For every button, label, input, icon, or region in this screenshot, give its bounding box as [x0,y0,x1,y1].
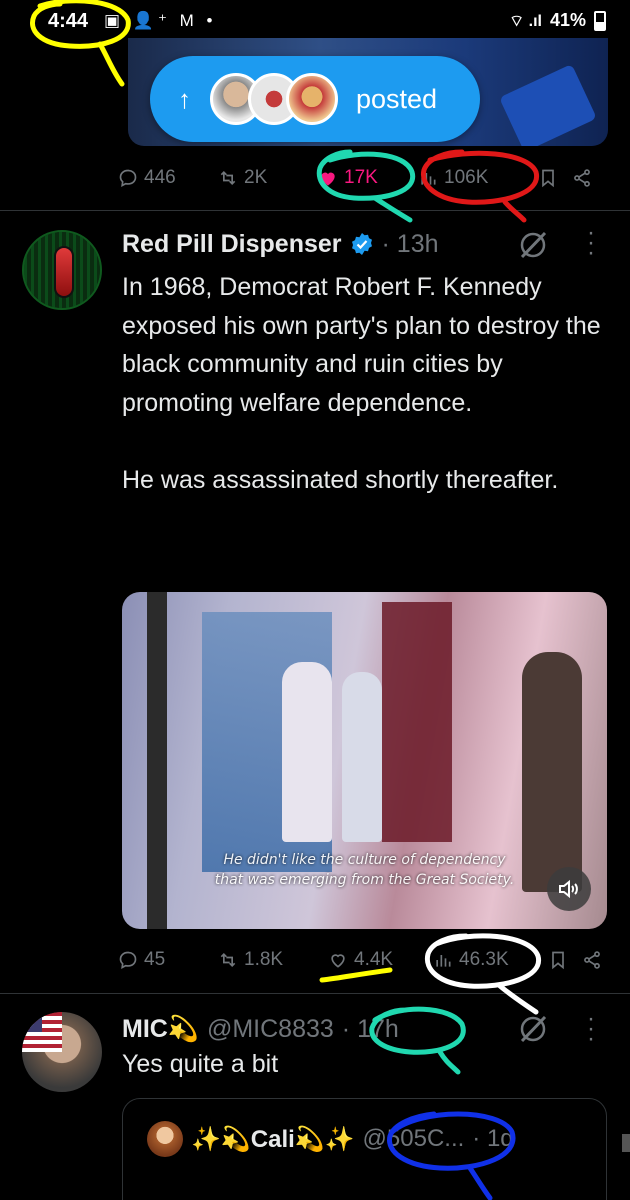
repost-icon [220,170,236,186]
bookmark-button[interactable] [548,950,582,970]
video-caption-line-1: He didn't like the culture of dependency [223,852,506,868]
views-count: 106K [444,167,489,188]
heart-icon [331,954,345,968]
quote-author-handle: @505C... [362,1125,465,1152]
tweet-time[interactable]: · 17h [342,1015,399,1044]
tweet-video[interactable]: He didn't like the culture of dependency… [122,592,607,929]
reply-icon [119,951,137,969]
author-handle[interactable]: @MIC8833 [207,1015,334,1044]
divider [0,993,630,994]
status-right: ⌔ .ıl 41% [509,10,606,31]
more-options-icon[interactable]: · · · [586,221,596,265]
quote-author-name: ✨💫Cali💫✨ [191,1125,355,1153]
like-button[interactable]: 17K [318,167,418,189]
like-count: 17K [344,167,378,188]
new-posts-pill[interactable]: ↑ posted [150,56,480,142]
top-tweet-actions: 446 2K 17K 106K [118,163,618,193]
author-name[interactable]: Red Pill Dispenser [122,230,342,259]
battery-icon [594,10,606,31]
views-button[interactable]: 106K [418,167,538,189]
status-time: 4:44 [48,10,89,32]
author-name[interactable]: MIC💫 [122,1015,199,1044]
sparkle-emoji-icon: 💫 [167,1014,199,1043]
mute-toggle-button[interactable] [547,867,591,911]
sparkle-emoji-icon: ✨💫 [191,1125,251,1153]
flag-icon [22,1012,62,1052]
tweet-actions: 45 1.8K 4.4K 46.3K [118,945,618,975]
video-caption-line-2: that was emerging from the Great Society… [214,872,515,888]
verified-badge-icon [351,233,372,255]
avatar[interactable] [22,230,102,310]
reply-icon [119,169,137,187]
like-count: 4.4K [354,949,394,970]
posted-label: posted [356,83,438,114]
tweet-time[interactable]: · 13h [382,230,439,259]
sparkle-emoji-icon: 💫✨ [294,1125,355,1153]
repost-count: 2K [244,167,268,188]
heart-filled-icon [321,172,335,186]
reply-count: 446 [144,167,176,188]
share-button[interactable] [572,168,602,188]
wifi-signal-icon: ⌔ .ıl [509,12,542,30]
quote-header: ✨💫Cali💫✨ @505C... · 1d [147,1121,514,1157]
person-shape [342,672,382,842]
views-icon [421,173,436,185]
tweet-header: Red Pill Dispenser · 13h [122,228,439,260]
quote-time: · 1d [472,1125,514,1152]
views-button[interactable]: 46.3K [433,949,548,971]
avatar [286,73,338,125]
quoted-tweet[interactable]: ✨💫Cali💫✨ @505C... · 1d [122,1098,607,1200]
pill-avatars [210,73,338,125]
divider [0,210,630,211]
like-button[interactable]: 4.4K [328,949,433,971]
reply-button[interactable]: 45 [118,949,218,971]
notification-icons: ▣ 👤⁺ M • [104,11,217,30]
red-pill-icon [54,246,74,298]
avatar[interactable] [22,1012,102,1092]
reply-text: Yes quite a bit [122,1050,279,1078]
bookmark-icon [542,169,554,188]
views-icon [436,955,451,967]
avatar [147,1121,183,1157]
grok-icon[interactable] [516,228,550,262]
repost-button[interactable]: 2K [218,167,318,189]
doorway-shape [382,602,452,842]
repost-button[interactable]: 1.8K [218,949,328,971]
arrow-up-icon: ↑ [178,83,191,114]
person-shape [282,662,332,842]
bookmark-icon [552,951,564,970]
views-count: 46.3K [459,949,509,970]
more-options-icon[interactable]: · · · [586,1007,596,1051]
repost-icon [220,952,236,968]
share-button[interactable] [582,950,612,970]
scrollbar[interactable] [622,1134,630,1152]
reply-header: MIC💫 @MIC8833 · 17h [122,1012,399,1046]
share-icon [574,169,590,187]
grok-icon[interactable] [516,1012,550,1046]
bookmark-button[interactable] [538,168,572,188]
tweet-text: In 1968, Democrat Robert F. Kennedy expo… [122,273,601,494]
reply-count: 45 [144,949,166,970]
reply-button[interactable]: 446 [118,167,218,189]
speaker-muted-icon [559,879,578,899]
battery-percent: 41% [549,10,586,30]
share-icon [584,951,600,969]
repost-count: 1.8K [244,949,284,970]
